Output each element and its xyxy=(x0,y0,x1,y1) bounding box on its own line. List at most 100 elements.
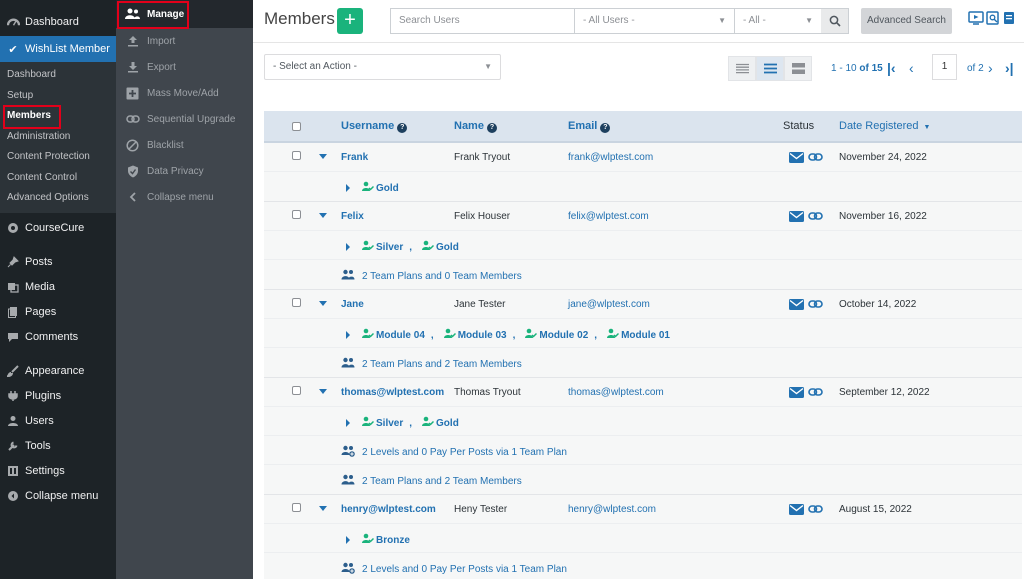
wp-menu-tools[interactable]: Tools xyxy=(0,434,116,459)
link-icon[interactable] xyxy=(808,299,823,313)
expand-levels-icon[interactable] xyxy=(346,243,350,251)
search-input[interactable]: Search Users xyxy=(390,8,575,34)
wp-menu-posts[interactable]: Posts xyxy=(0,250,116,275)
view-compact-button[interactable] xyxy=(728,56,756,81)
expand-levels-icon[interactable] xyxy=(346,536,350,544)
wl-menu-collapse-menu[interactable]: Collapse menu xyxy=(116,184,253,210)
wl-menu-import[interactable]: Import xyxy=(116,28,253,54)
link-icon[interactable] xyxy=(808,387,823,401)
prev-page-icon[interactable]: ‹ xyxy=(909,57,914,79)
column-date-registered[interactable]: Date Registered ▼ xyxy=(839,120,930,132)
wl-menu-manage[interactable]: Manage xyxy=(116,0,253,28)
video-tutorial-icon[interactable] xyxy=(968,11,984,25)
wp-menu-collapse-menu[interactable]: Collapse menu xyxy=(0,484,116,509)
membership-level[interactable]: Module 02 xyxy=(525,328,588,342)
membership-level[interactable]: Module 01 xyxy=(607,328,670,342)
expand-toggle-icon[interactable] xyxy=(319,301,327,306)
membership-level[interactable]: Gold xyxy=(422,416,459,430)
column-username[interactable]: Username? xyxy=(341,120,408,133)
help-icon[interactable]: ? xyxy=(600,123,611,133)
help-icon[interactable]: ? xyxy=(397,123,408,133)
wp-menu-settings[interactable]: Settings xyxy=(0,459,116,484)
wp-menu-dashboard[interactable]: Dashboard xyxy=(0,8,116,36)
wl-menu-blacklist[interactable]: Blacklist xyxy=(116,132,253,158)
row-checkbox[interactable] xyxy=(292,298,301,307)
membership-level[interactable]: Silver xyxy=(362,416,403,430)
membership-level[interactable]: Module 04 xyxy=(362,328,425,342)
next-page-icon[interactable]: › xyxy=(988,57,993,79)
link-icon[interactable] xyxy=(808,152,823,166)
email-icon[interactable] xyxy=(789,211,804,225)
member-username[interactable]: Jane xyxy=(341,299,364,310)
column-name[interactable]: Name? xyxy=(454,120,497,133)
membership-level[interactable]: Bronze xyxy=(362,533,410,547)
wp-menu-comments[interactable]: Comments xyxy=(0,325,116,350)
member-username[interactable]: henry@wlptest.com xyxy=(341,504,436,515)
wl-menu-export[interactable]: Export xyxy=(116,54,253,80)
select-all-checkbox[interactable] xyxy=(292,122,301,131)
wp-menu-plugins[interactable]: Plugins xyxy=(0,384,116,409)
wl-menu-data-privacy[interactable]: Data Privacy xyxy=(116,158,253,184)
wp-submenu-item-content-control[interactable]: Content Control xyxy=(0,168,116,189)
link-icon[interactable] xyxy=(808,504,823,518)
member-username[interactable]: Felix xyxy=(341,211,364,222)
wp-submenu-item-members[interactable]: Members xyxy=(0,106,116,127)
row-checkbox[interactable] xyxy=(292,151,301,160)
expand-levels-icon[interactable] xyxy=(346,331,350,339)
wp-menu-wishlist-member[interactable]: ✔ WishList Member xyxy=(0,36,116,62)
membership-level[interactable]: Gold xyxy=(422,240,459,254)
email-icon[interactable] xyxy=(789,504,804,518)
member-email[interactable]: jane@wlptest.com xyxy=(568,299,650,310)
wp-submenu-item-administration[interactable]: Administration xyxy=(0,127,116,148)
status-filter-select[interactable]: - All - ▼ xyxy=(734,8,822,34)
team-info[interactable]: 2 Team Plans and 0 Team Members xyxy=(341,269,522,283)
last-page-icon[interactable]: ›| xyxy=(1005,57,1014,79)
wp-menu-pages[interactable]: Pages xyxy=(0,300,116,325)
view-list-button[interactable] xyxy=(756,56,784,81)
wp-submenu-item-content-protection[interactable]: Content Protection xyxy=(0,147,116,168)
row-checkbox[interactable] xyxy=(292,503,301,512)
member-email[interactable]: thomas@wlptest.com xyxy=(568,387,664,398)
member-email[interactable]: frank@wlptest.com xyxy=(568,152,653,163)
wp-submenu-item-dashboard[interactable]: Dashboard xyxy=(0,65,116,86)
member-username[interactable]: Frank xyxy=(341,152,368,163)
expand-toggle-icon[interactable] xyxy=(319,154,327,159)
advanced-search-button[interactable]: Advanced Search xyxy=(861,8,952,34)
wp-submenu-item-advanced-options[interactable]: Advanced Options xyxy=(0,188,116,209)
page-number-input[interactable]: 1 xyxy=(932,54,957,80)
first-page-icon[interactable]: |‹ xyxy=(887,57,896,79)
docs-icon[interactable] xyxy=(1002,11,1016,25)
membership-level[interactable]: Gold xyxy=(362,181,399,195)
expand-toggle-icon[interactable] xyxy=(319,506,327,511)
member-email[interactable]: henry@wlptest.com xyxy=(568,504,656,515)
add-member-button[interactable]: + xyxy=(337,8,363,34)
link-icon[interactable] xyxy=(808,211,823,225)
column-email[interactable]: Email? xyxy=(568,120,611,133)
team-info[interactable]: 2 Levels and 0 Pay Per Posts via 1 Team … xyxy=(341,445,567,460)
view-expanded-button[interactable] xyxy=(784,56,812,81)
bulk-action-select[interactable]: - Select an Action - ▼ xyxy=(264,54,501,80)
wp-menu-appearance[interactable]: Appearance xyxy=(0,359,116,384)
email-icon[interactable] xyxy=(789,152,804,166)
row-checkbox[interactable] xyxy=(292,210,301,219)
users-filter-select[interactable]: - All Users - ▼ xyxy=(574,8,735,34)
expand-levels-icon[interactable] xyxy=(346,419,350,427)
wp-menu-users[interactable]: Users xyxy=(0,409,116,434)
membership-level[interactable]: Silver xyxy=(362,240,403,254)
wl-menu-sequential-upgrade[interactable]: Sequential Upgrade xyxy=(116,106,253,132)
wp-menu-coursecure[interactable]: CourseCure xyxy=(0,216,116,241)
member-email[interactable]: felix@wlptest.com xyxy=(568,211,649,222)
wl-menu-mass-move-add[interactable]: Mass Move/Add xyxy=(116,80,253,106)
member-username[interactable]: thomas@wlptest.com xyxy=(341,387,444,398)
expand-toggle-icon[interactable] xyxy=(319,213,327,218)
team-info[interactable]: 2 Levels and 0 Pay Per Posts via 1 Team … xyxy=(341,562,567,577)
help-search-icon[interactable] xyxy=(986,11,1000,25)
membership-level[interactable]: Module 03 xyxy=(443,328,507,342)
email-icon[interactable] xyxy=(789,387,804,401)
email-icon[interactable] xyxy=(789,299,804,313)
wp-menu-media[interactable]: Media xyxy=(0,275,116,300)
row-checkbox[interactable] xyxy=(292,386,301,395)
wp-submenu-item-setup[interactable]: Setup xyxy=(0,86,116,107)
team-info[interactable]: 2 Team Plans and 2 Team Members xyxy=(341,474,522,488)
expand-toggle-icon[interactable] xyxy=(319,389,327,394)
